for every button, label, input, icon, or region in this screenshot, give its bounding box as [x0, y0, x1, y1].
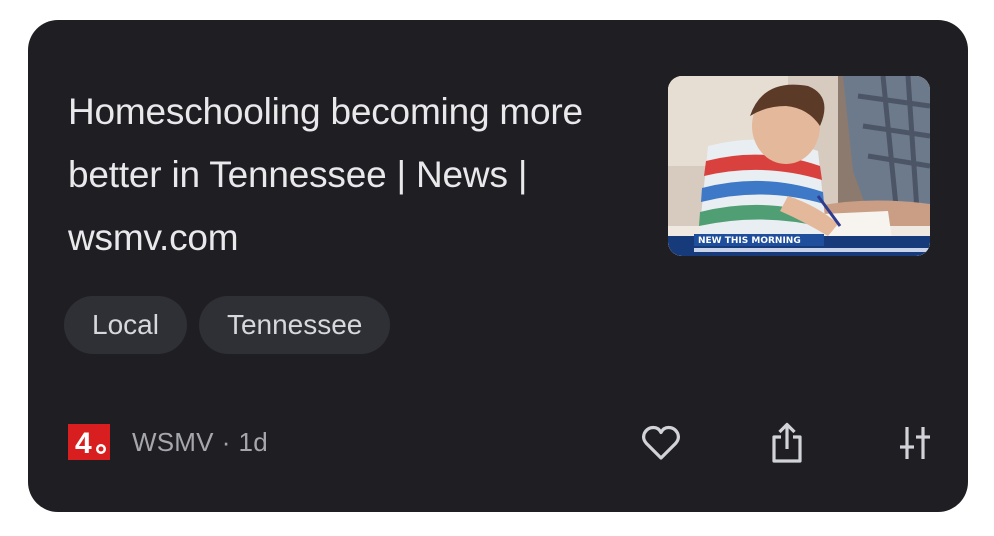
- topic-chips: Local Tennessee: [64, 296, 391, 354]
- news-card[interactable]: Homeschooling becoming more better in Te…: [28, 20, 968, 512]
- chip-local[interactable]: Local: [64, 296, 187, 354]
- wsmv-logo-number: 4: [75, 427, 92, 460]
- news-photo: NEW THIS MORNING: [668, 76, 930, 256]
- heart-icon: [642, 425, 680, 460]
- source-separator: ·: [221, 426, 231, 457]
- share-button[interactable]: [764, 420, 810, 466]
- chip-tennessee[interactable]: Tennessee: [198, 296, 391, 354]
- share-icon: [772, 422, 802, 463]
- options-button[interactable]: [892, 420, 938, 466]
- article-headline[interactable]: Homeschooling becoming more better in Te…: [68, 80, 628, 269]
- wsmv-logo: 4: [68, 424, 110, 460]
- like-button[interactable]: [638, 420, 684, 466]
- source-row: 4 WSMV · 1d: [68, 422, 268, 462]
- source-name[interactable]: WSMV: [132, 427, 214, 458]
- thumbnail-caption: NEW THIS MORNING: [698, 236, 801, 246]
- article-thumbnail[interactable]: NEW THIS MORNING: [668, 76, 930, 256]
- article-age: 1d: [238, 426, 268, 457]
- sort-icon: [900, 427, 930, 459]
- card-actions: [638, 420, 938, 466]
